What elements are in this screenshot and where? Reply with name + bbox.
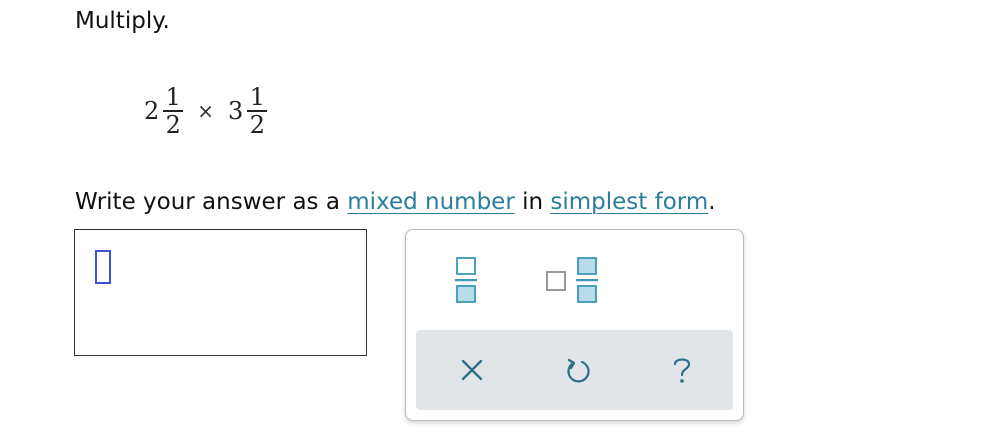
close-icon: [461, 359, 483, 381]
mixed-number-link[interactable]: mixed number: [347, 189, 515, 215]
answer-instructions: Write your answer as a mixed number in s…: [75, 186, 716, 218]
answer-slot-cursor[interactable]: [95, 250, 111, 284]
help-icon: [673, 358, 691, 383]
fraction-button[interactable]: [452, 254, 482, 306]
fraction: 1 2: [163, 83, 184, 139]
whole-part: 3: [228, 97, 244, 125]
fraction-template-icon: [455, 257, 477, 303]
keypad-template-row: [406, 230, 743, 328]
fraction: 1 2: [247, 83, 268, 139]
help-button[interactable]: [662, 350, 702, 390]
numerator: 1: [165, 83, 181, 112]
multiplication-expression: 2 1 2 × 3 1 2: [144, 74, 268, 148]
keypad-action-row: [416, 330, 733, 410]
mixed-number-template-icon: [546, 257, 598, 303]
answer-input[interactable]: [74, 229, 367, 356]
denominator: 2: [249, 110, 265, 139]
prompt-text: Write your answer as a: [75, 189, 348, 215]
denominator: 2: [165, 110, 181, 139]
undo-icon: [567, 358, 590, 383]
numerator: 1: [249, 83, 265, 112]
multiply-sign: ×: [197, 99, 215, 123]
mixed-number-button[interactable]: [544, 254, 606, 306]
undo-button[interactable]: [558, 350, 598, 390]
mixed-number-first: 2 1 2: [144, 83, 184, 139]
prompt-text: .: [708, 189, 716, 215]
prompt-text: in: [514, 189, 551, 215]
simplest-form-link[interactable]: simplest form: [550, 189, 708, 215]
whole-part: 2: [144, 97, 160, 125]
instruction-text: Multiply.: [75, 8, 170, 34]
math-keypad: [405, 229, 744, 421]
mixed-number-second: 3 1 2: [228, 83, 268, 139]
clear-button[interactable]: [452, 350, 492, 390]
